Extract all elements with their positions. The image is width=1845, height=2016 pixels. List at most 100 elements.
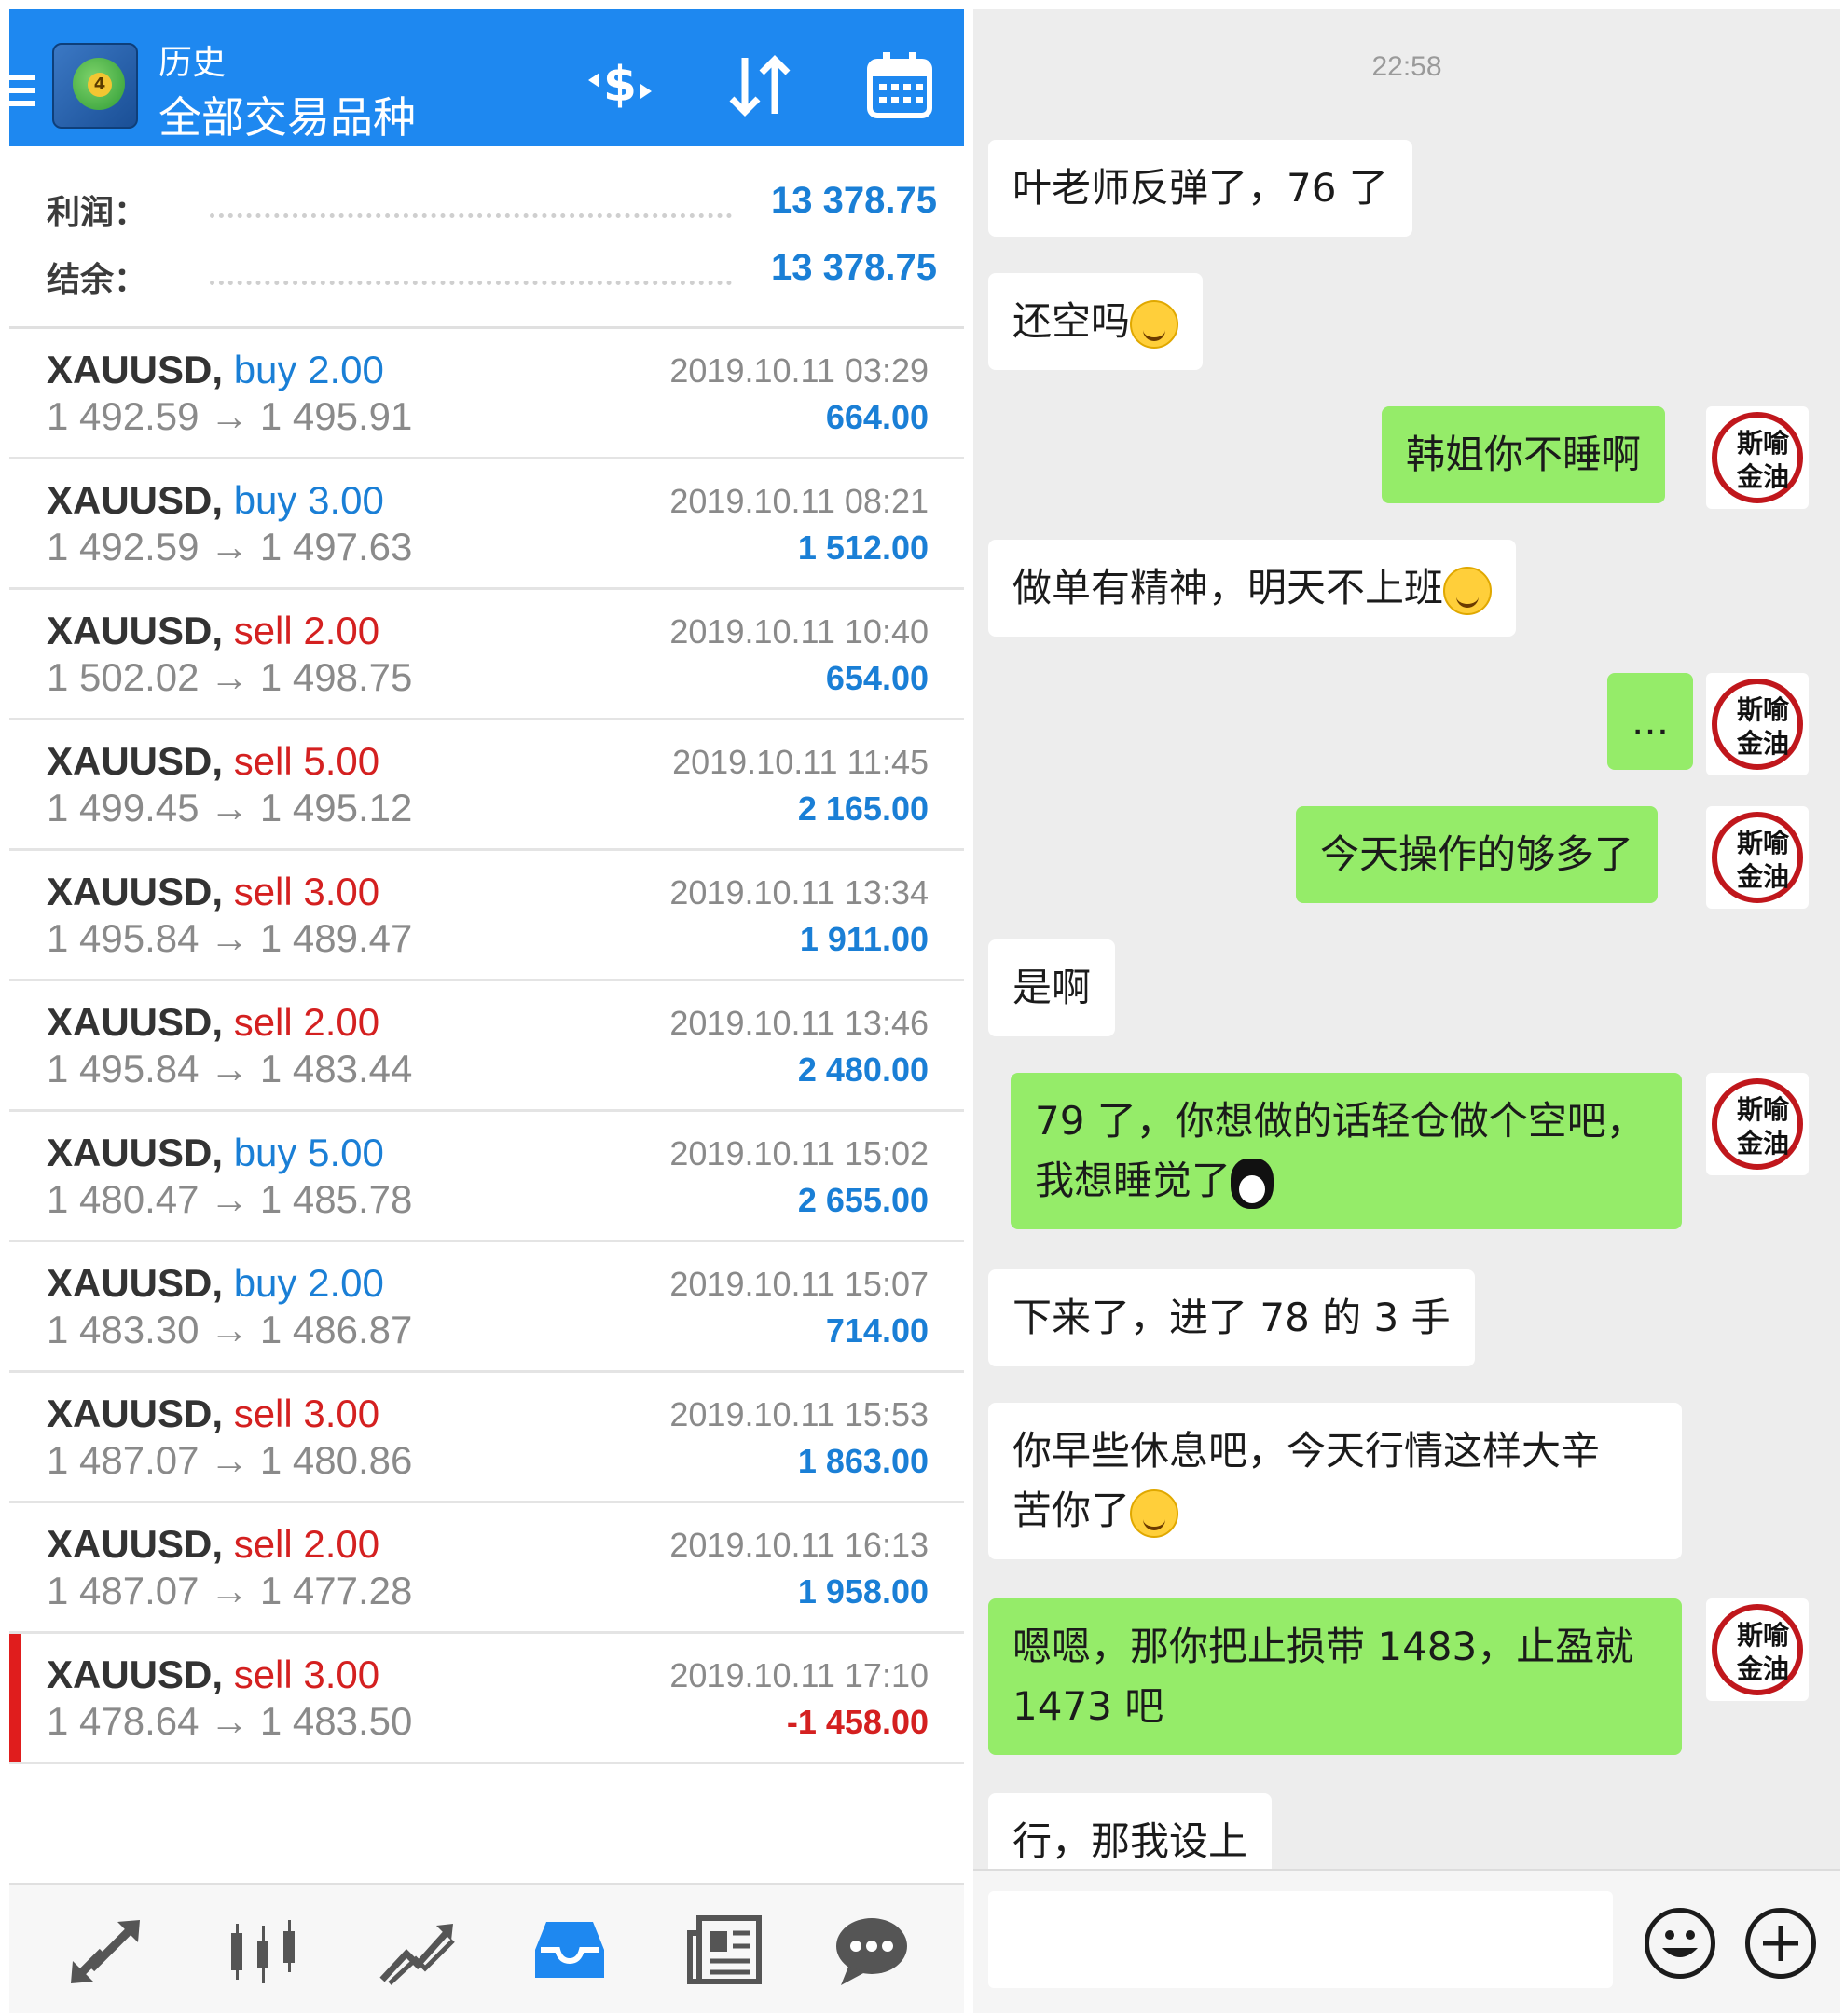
trade-row[interactable]: XAUUSD, sell 2.00 1 502.02 → 1 498.75 2019…	[9, 590, 964, 720]
trade-row[interactable]: XAUUSD, sell 3.00 1 487.07 → 1 480.86 2019…	[9, 1373, 964, 1503]
message-bubble[interactable]: 你早些休息吧，今天行情这样大辛 苦你了	[988, 1403, 1682, 1559]
trade-row[interactable]: XAUUSD, sell 3.00 1 495.84 → 1 489.47 2019…	[9, 851, 964, 981]
chart-icon[interactable]	[375, 1913, 459, 1987]
add-icon[interactable]	[1745, 1908, 1816, 1979]
trade-prices: 1 502.02 → 1 498.75	[47, 655, 412, 700]
deposit-filter-icon[interactable]: $	[583, 48, 657, 123]
trade-symbol-line: XAUUSD, buy 5.00	[47, 1131, 384, 1175]
profit-row: 利润： 13 378.75	[47, 180, 937, 236]
trade-volume: 5.00	[308, 1131, 384, 1174]
message-text: 韩姐你不睡啊	[1406, 432, 1642, 477]
close-price: 1 497.63	[259, 525, 413, 569]
arrow-right-icon: →	[210, 1177, 250, 1221]
message-bubble[interactable]: 还空吗	[988, 273, 1204, 370]
message-bubble[interactable]: 嗯嗯，那你把止损带 1483，止盈就 1473 吧	[988, 1598, 1682, 1755]
trade-symbol-line: XAUUSD, buy 3.00	[47, 478, 384, 523]
trade-row[interactable]: XAUUSD, sell 3.00 1 478.64 → 1 483.50 2019…	[9, 1634, 964, 1764]
message-text: 下来了，进了 78 的 3 手	[1012, 1295, 1451, 1340]
trade-profit: 654.00	[825, 659, 929, 697]
message-bubble[interactable]: 是啊	[988, 939, 1116, 1036]
trade-profit: 2 480.00	[797, 1050, 929, 1089]
avatar[interactable]: 斯喻金油	[1706, 1073, 1809, 1175]
trade-prices: 1 480.47 → 1 485.78	[47, 1177, 412, 1222]
message-bubble[interactable]: ...	[1607, 673, 1694, 770]
trade-symbol: XAUUSD,	[47, 1522, 224, 1566]
close-price: 1 477.28	[259, 1569, 413, 1612]
trade-profit: 1 863.00	[797, 1442, 929, 1480]
trade-profit: 2 165.00	[797, 789, 929, 828]
trade-prices: 1 487.07 → 1 480.86	[47, 1438, 412, 1483]
trade-symbol: XAUUSD,	[47, 609, 224, 652]
trade-time: 2019.10.11 13:34	[669, 873, 929, 912]
arrow-right-icon: →	[210, 655, 250, 699]
message-bubble[interactable]: 韩姐你不睡啊	[1382, 406, 1666, 503]
trade-time: 2019.10.11 11:45	[672, 743, 929, 781]
avatar[interactable]: 斯喻金油	[1706, 406, 1809, 509]
svg-text:$: $	[603, 57, 637, 113]
avatar[interactable]: 斯喻金油	[1706, 1598, 1809, 1701]
close-price: 1 495.91	[259, 394, 413, 438]
trade-profit: 2 655.00	[797, 1181, 929, 1219]
avatar-seal-text: 斯喻金油	[1736, 1094, 1789, 1159]
grin-emoji	[1130, 299, 1179, 349]
trade-symbol-line: XAUUSD, sell 2.00	[47, 1522, 379, 1567]
trade-volume: 2.00	[303, 1000, 380, 1044]
trade-type: buy	[233, 1261, 297, 1305]
trade-prices: 1 487.07 → 1 477.28	[47, 1569, 412, 1613]
trade-volume: 2.00	[308, 348, 384, 391]
open-price: 1 502.02	[47, 655, 200, 699]
arrow-right-icon: →	[210, 1569, 250, 1612]
avatar[interactable]: 斯喻金油	[1706, 806, 1809, 909]
message-bubble[interactable]: 今天操作的够多了	[1296, 806, 1659, 903]
message-text: 行，那我设上	[1012, 1818, 1248, 1864]
trade-row[interactable]: XAUUSD, buy 2.00 1 492.59 → 1 495.91 2019.…	[9, 329, 964, 459]
trade-volume: 3.00	[303, 1392, 380, 1435]
message-bubble[interactable]: 做单有精神，明天不上班	[988, 540, 1517, 637]
message-input[interactable]	[988, 1891, 1613, 1988]
trade-row[interactable]: XAUUSD, buy 5.00 1 480.47 → 1 485.78 2019.…	[9, 1112, 964, 1242]
menu-icon[interactable]	[9, 75, 37, 112]
chat-screen: 22:58 叶老师反弹了，76 了 还空吗 韩姐你不睡啊 斯喻金油 做单有精神，…	[973, 9, 1840, 2013]
symbol-filter[interactable]: 全部交易品种	[158, 84, 416, 145]
message-bubble[interactable]: 79 了，你想做的话轻仓做个空吧， 我想睡觉了	[1011, 1073, 1682, 1229]
trade-time: 2019.10.11 10:40	[669, 612, 929, 651]
trade-row[interactable]: XAUUSD, sell 2.00 1 487.07 → 1 477.28 2019…	[9, 1503, 964, 1634]
trade-row[interactable]: XAUUSD, buy 2.00 1 483.30 → 1 486.87 2019.…	[9, 1242, 964, 1373]
dotted-leader	[210, 213, 732, 218]
message-bubble[interactable]: 叶老师反弹了，76 了	[988, 140, 1412, 237]
trade-symbol: XAUUSD,	[47, 478, 224, 522]
trade-row[interactable]: XAUUSD, buy 3.00 1 492.59 → 1 497.63 2019.…	[9, 459, 964, 590]
trade-icon[interactable]	[65, 1913, 149, 1987]
arrow-right-icon: →	[210, 525, 250, 569]
trade-symbol: XAUUSD,	[47, 1000, 224, 1044]
trade-row[interactable]: XAUUSD, sell 5.00 1 499.45 → 1 495.12 2019…	[9, 720, 964, 851]
trade-type: sell	[233, 1522, 293, 1566]
open-price: 1 492.59	[47, 525, 200, 569]
sort-icon[interactable]	[723, 48, 797, 123]
history-icon[interactable]	[528, 1913, 612, 1987]
quotes-icon[interactable]	[222, 1913, 306, 1987]
close-price: 1 495.12	[259, 786, 413, 830]
trade-row[interactable]: XAUUSD, sell 2.00 1 495.84 → 1 483.44 2019…	[9, 981, 964, 1112]
trade-profit: 1 958.00	[797, 1572, 929, 1611]
profit-label: 利润：	[47, 194, 148, 232]
emoji-picker-icon[interactable]	[1645, 1908, 1715, 1979]
message-text: 做单有精神，明天不上班	[1012, 565, 1444, 610]
message-text: 79 了，你想做的话轻仓做个空吧，	[1035, 1098, 1645, 1144]
message-text: ...	[1632, 698, 1670, 744]
trade-symbol: XAUUSD,	[47, 1131, 224, 1174]
chat-icon[interactable]	[830, 1913, 914, 1987]
trade-symbol: XAUUSD,	[47, 1392, 224, 1435]
avatar[interactable]: 斯喻金油	[1706, 673, 1809, 775]
avatar-seal-text: 斯喻金油	[1736, 694, 1789, 759]
mt4-history-screen: 4 历史 全部交易品种 $ 利润： 13 378.75 结余： 13 378.7…	[9, 9, 964, 2013]
news-icon[interactable]	[682, 1913, 766, 1987]
trade-symbol: XAUUSD,	[47, 739, 224, 783]
trade-profit: 1 911.00	[799, 920, 929, 958]
calendar-icon[interactable]	[862, 48, 937, 123]
trade-prices: 1 499.45 → 1 495.12	[47, 786, 412, 830]
message-text: 是啊	[1012, 965, 1092, 1010]
message-text: 我想睡觉了	[1035, 1158, 1232, 1203]
message-bubble[interactable]: 下来了，进了 78 的 3 手	[988, 1269, 1475, 1366]
trade-symbol: XAUUSD,	[47, 1261, 224, 1305]
